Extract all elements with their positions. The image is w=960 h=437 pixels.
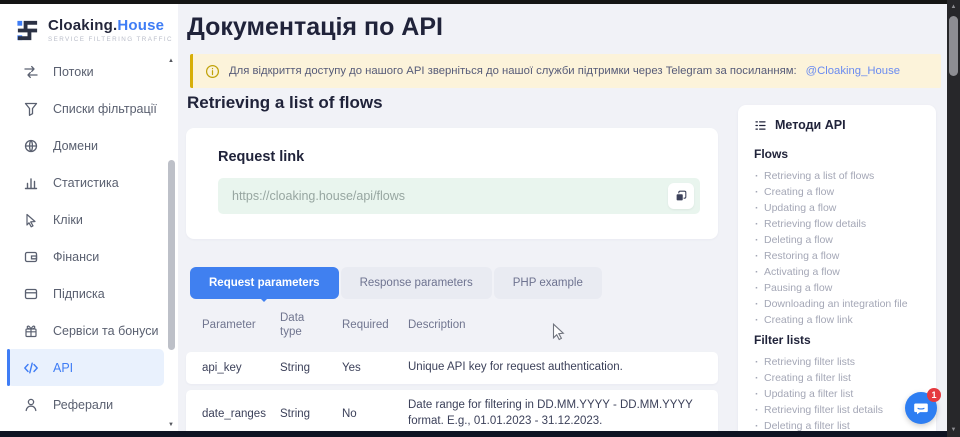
cell-description: Date range for filtering in DD.MM.YYYY -…: [408, 398, 718, 429]
sidebar-item-finances[interactable]: Фінанси: [0, 238, 178, 275]
cell-required: Yes: [342, 362, 408, 374]
code-icon: [23, 360, 39, 376]
methods-section-filter-lists: Filter lists: [754, 333, 936, 347]
tab-php-example[interactable]: PHP example: [494, 267, 602, 299]
sidebar-item-label: API: [53, 361, 73, 375]
sidebar-item-label: Потоки: [53, 65, 94, 79]
cell-required: No: [342, 408, 408, 420]
sidebar-item-label: Реферали: [53, 398, 113, 412]
sidebar-item-referrals[interactable]: Реферали: [0, 386, 178, 423]
method-link[interactable]: Activating a flow: [738, 264, 936, 280]
sidebar-item-api[interactable]: API: [7, 349, 164, 386]
parameter-tabs: Request parameters Response parameters P…: [190, 267, 602, 299]
sidebar-scrollbar-thumb[interactable]: [168, 160, 175, 350]
request-url-field[interactable]: https://cloaking.house/api/flows: [218, 178, 700, 214]
method-link[interactable]: Deleting a flow: [738, 232, 936, 248]
section-title: Retrieving a list of flows: [187, 93, 383, 113]
globe-icon: [23, 138, 39, 154]
funnel-icon: [23, 101, 39, 117]
sidebar-item-label: Статистика: [53, 176, 119, 190]
method-link[interactable]: Restoring a flow: [738, 248, 936, 264]
sidebar-item-clicks[interactable]: Кліки: [0, 201, 178, 238]
scroll-up-icon[interactable]: ▲: [947, 2, 960, 12]
chat-bubble-icon: [912, 399, 930, 417]
telegram-link[interactable]: @Cloaking_House: [806, 65, 900, 77]
sidebar-item-label: Підписка: [53, 287, 105, 301]
chat-badge: 1: [927, 388, 941, 402]
request-url: https://cloaking.house/api/flows: [232, 189, 405, 203]
table-row: api_key String Yes Unique API key for re…: [186, 352, 718, 384]
method-link[interactable]: Retrieving filter lists: [738, 354, 936, 370]
sidebar-item-label: Фінанси: [53, 250, 99, 264]
wallet-icon: [23, 249, 39, 265]
brand-tagline: SERVICE FILTERING TRAFFIC: [48, 36, 173, 43]
tab-response-parameters[interactable]: Response parameters: [341, 267, 492, 299]
sidebar-item-flows[interactable]: Потоки: [0, 53, 178, 90]
cell-data-type: String: [280, 362, 342, 374]
copy-icon: [674, 189, 688, 203]
column-header-required: Required: [342, 319, 408, 331]
cell-parameter: date_ranges: [202, 408, 280, 420]
filter-lists-links: Retrieving filter lists Creating a filte…: [738, 354, 936, 437]
sidebar-item-subscription[interactable]: Підписка: [0, 275, 178, 312]
method-link[interactable]: Retrieving a list of flows: [738, 168, 936, 184]
request-link-title: Request link: [218, 149, 718, 165]
gift-icon: [23, 323, 39, 339]
method-link[interactable]: Updating a flow: [738, 200, 936, 216]
chat-widget-button[interactable]: 1: [905, 392, 937, 424]
api-access-notice: Для відкриття доступу до нашого API звер…: [190, 54, 941, 88]
browser-scrollbar[interactable]: ▲ ▼: [947, 0, 960, 437]
request-link-card: Request link https://cloaking.house/api/…: [186, 128, 718, 239]
tab-request-parameters[interactable]: Request parameters: [190, 267, 339, 299]
window-bottom-bar: [0, 431, 947, 437]
window-top-bar: [0, 0, 960, 4]
notice-text: Для відкриття доступу до нашого API звер…: [229, 65, 797, 77]
sidebar-item-services-bonuses[interactable]: Сервіси та бонуси: [0, 312, 178, 349]
column-header-parameter: Parameter: [202, 319, 280, 331]
user-icon: [23, 397, 39, 413]
bar-chart-icon: [23, 175, 39, 191]
flows-links: Retrieving a list of flows Creating a fl…: [738, 168, 936, 328]
scrollbar-thumb[interactable]: [949, 16, 958, 76]
list-icon: [754, 119, 767, 132]
method-link[interactable]: Creating a flow link: [738, 312, 936, 328]
cloaking-house-logo-icon: [15, 18, 40, 43]
method-link[interactable]: Creating a flow: [738, 184, 936, 200]
logo[interactable]: Cloaking.House SERVICE FILTERING TRAFFIC: [0, 4, 178, 43]
method-link[interactable]: Downloading an integration file: [738, 296, 936, 312]
sidebar-item-filter-lists[interactable]: Списки фільтрації: [0, 90, 178, 127]
cursor-icon: [23, 212, 39, 228]
api-methods-panel: Методи API Flows Retrieving a list of fl…: [738, 105, 936, 437]
method-link[interactable]: Retrieving flow details: [738, 216, 936, 232]
sidebar-item-label: Домени: [53, 139, 98, 153]
sidebar-item-statistics[interactable]: Статистика: [0, 164, 178, 201]
method-link[interactable]: Creating a filter list: [738, 370, 936, 386]
scroll-down-icon[interactable]: ▼: [947, 425, 960, 435]
sync-icon: [23, 64, 39, 80]
cell-parameter: api_key: [202, 362, 280, 374]
sidebar-scroll-down-icon[interactable]: ▼: [165, 422, 177, 428]
cell-description: Unique API key for request authenticatio…: [408, 360, 718, 376]
info-icon: [205, 64, 220, 79]
copy-button[interactable]: [668, 183, 694, 209]
brand-name: Cloaking.House: [48, 17, 173, 34]
methods-panel-title: Методи API: [775, 118, 846, 132]
cell-data-type: String: [280, 408, 342, 420]
sidebar-scroll-up-icon[interactable]: ▲: [165, 58, 177, 64]
sidebar-item-label: Списки фільтрації: [53, 102, 157, 116]
method-link[interactable]: Pausing a flow: [738, 280, 936, 296]
page-title: Документація по API: [187, 13, 443, 42]
column-header-data-type: Data type: [280, 311, 342, 340]
table-row: date_ranges String No Date range for fil…: [186, 390, 718, 437]
sidebar-item-label: Сервіси та бонуси: [53, 324, 158, 338]
sidebar-item-domains[interactable]: Домени: [0, 127, 178, 164]
methods-section-flows: Flows: [754, 147, 936, 161]
card-icon: [23, 286, 39, 302]
table-header-row: Parameter Data type Required Description: [202, 307, 702, 343]
sidebar: Cloaking.House SERVICE FILTERING TRAFFIC…: [0, 4, 178, 431]
sidebar-menu: Потоки Списки фільтрації Домени Статисти…: [0, 53, 178, 423]
column-header-description: Description: [408, 319, 702, 331]
sidebar-item-label: Кліки: [53, 213, 83, 227]
